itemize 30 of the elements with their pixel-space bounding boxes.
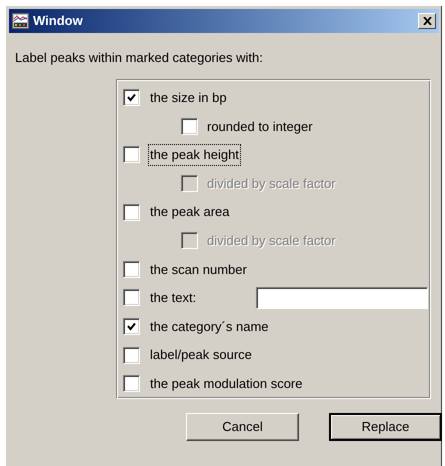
- checkbox[interactable]: [123, 318, 140, 336]
- option-label: the category´s name: [149, 318, 270, 336]
- dialog-button[interactable]: Cancel: [186, 412, 299, 440]
- checkbox[interactable]: [181, 118, 198, 135]
- chart-icon: [12, 13, 29, 29]
- checkbox[interactable]: [123, 260, 140, 278]
- option-label: rounded to integer: [206, 118, 314, 136]
- option-label: the text:: [149, 289, 198, 308]
- option-label: the peak area: [149, 203, 231, 222]
- option-label: label/peak source: [149, 346, 253, 364]
- dialog-button[interactable]: Replace: [329, 412, 442, 440]
- option-label: the size in bp: [149, 89, 228, 108]
- checkmark-icon: [127, 322, 136, 332]
- option-label: the peak modulation score: [149, 374, 304, 393]
- checkbox[interactable]: [123, 89, 140, 106]
- checkbox[interactable]: [123, 375, 140, 392]
- instruction-text: Label peaks within marked categories with:: [15, 49, 264, 67]
- text-input[interactable]: [256, 286, 428, 309]
- close-icon: [422, 17, 432, 25]
- option-label: the peak height: [148, 144, 241, 166]
- checkbox[interactable]: [123, 204, 140, 221]
- window-title: Window: [33, 12, 84, 30]
- option-label: the scan number: [149, 260, 248, 279]
- checkbox[interactable]: [123, 146, 140, 164]
- option-label: divided by scale factor: [206, 232, 337, 250]
- checkbox[interactable]: [123, 346, 140, 364]
- close-button[interactable]: [418, 13, 436, 29]
- checkmark-icon: [127, 93, 136, 102]
- option-label: divided by scale factor: [206, 174, 337, 193]
- checkbox[interactable]: [123, 289, 140, 306]
